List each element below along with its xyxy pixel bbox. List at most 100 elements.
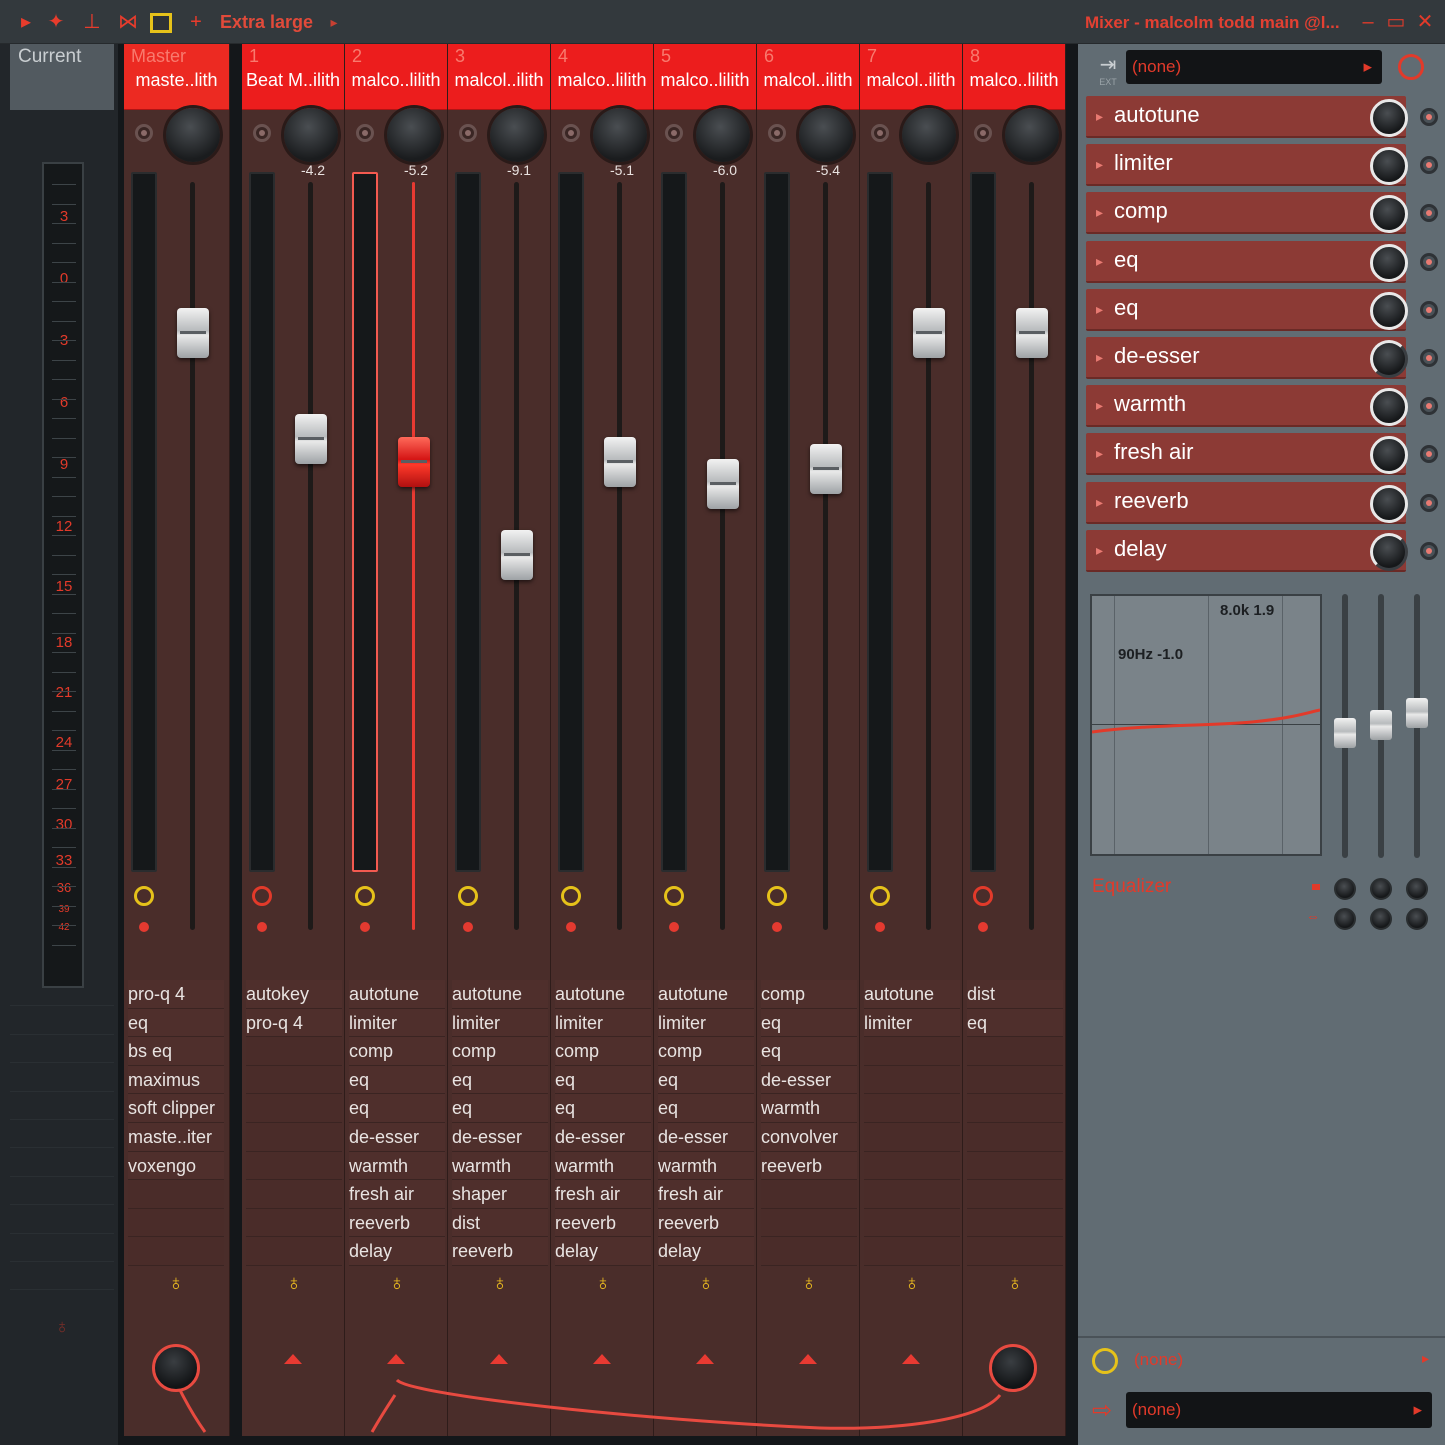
mix-knob[interactable] — [1370, 195, 1408, 234]
fx-rack-slot[interactable]: ▸ reeverb — [1086, 481, 1438, 524]
fx-slot[interactable]: warmth — [555, 1151, 651, 1181]
fader-track[interactable] — [308, 182, 313, 930]
record-dot[interactable] — [875, 922, 885, 932]
enable-toggle[interactable] — [1420, 156, 1438, 175]
expand-arrow-icon[interactable]: ▸ — [1096, 204, 1103, 221]
lamp-icon[interactable]: ♁ — [593, 1270, 613, 1298]
output-selector[interactable]: (none) ▸ — [1126, 1392, 1432, 1428]
fx-slot[interactable]: eq — [349, 1065, 445, 1095]
clock-icon[interactable] — [252, 886, 272, 906]
stereo-ring-icon[interactable] — [665, 124, 683, 142]
fx-slot[interactable] — [864, 1122, 960, 1152]
fx-slot[interactable]: fresh air — [555, 1180, 651, 1209]
strip-header[interactable]: 6 malcol..ilith — [757, 44, 859, 110]
fx-slot[interactable] — [761, 1237, 857, 1266]
fx-slot[interactable]: eq — [452, 1094, 548, 1123]
fx-slot[interactable] — [246, 1180, 342, 1209]
enable-toggle[interactable] — [1420, 252, 1438, 271]
fx-slot[interactable]: comp — [452, 1037, 548, 1066]
mixer-strip-7[interactable]: 7 malcol..ilith autotune limiter ♁ — [860, 44, 963, 1436]
fader-track[interactable] — [190, 182, 195, 930]
fx-slot[interactable] — [246, 1094, 342, 1123]
expand-arrow-icon[interactable]: ▸ — [1096, 156, 1103, 173]
current-tab[interactable]: Current — [10, 44, 114, 110]
eq-gain-knob-1[interactable] — [1334, 878, 1356, 900]
strip-header[interactable]: 8 malco..lilith — [963, 44, 1065, 110]
enable-toggle[interactable] — [1420, 541, 1438, 560]
record-dot[interactable] — [566, 922, 576, 932]
fx-slot[interactable] — [761, 1208, 857, 1238]
fx-slot[interactable]: warmth — [349, 1151, 445, 1181]
fader-track[interactable] — [1029, 182, 1034, 930]
lamp-icon[interactable]: ♁ — [902, 1270, 922, 1298]
fx-slot[interactable] — [967, 1037, 1063, 1066]
maximize-button[interactable]: ▭ — [1383, 8, 1409, 36]
stereo-ring-icon[interactable] — [871, 124, 889, 142]
lamp-icon[interactable]: ♁ — [1005, 1270, 1025, 1298]
fx-slot[interactable] — [967, 1237, 1063, 1266]
eq-graph[interactable]: 8.0k 1.9 90Hz -1.0 — [1090, 594, 1322, 856]
lamp-icon[interactable]: ♁ — [50, 1316, 74, 1344]
stereo-ring-icon[interactable] — [562, 124, 580, 142]
eq-mid-handle[interactable] — [1370, 710, 1392, 740]
eq-high-handle[interactable] — [1406, 698, 1428, 728]
pan-knob[interactable] — [902, 108, 956, 162]
fx-slot[interactable]: reeverb — [555, 1208, 651, 1238]
input-preset[interactable]: (none) — [1134, 1350, 1183, 1370]
expand-arrow-icon[interactable]: ▸ — [1096, 108, 1103, 125]
mix-knob[interactable] — [1370, 484, 1408, 523]
fx-slot[interactable]: de-esser — [452, 1122, 548, 1152]
expand-arrow-icon[interactable]: ▸ — [1096, 301, 1103, 318]
mix-knob[interactable] — [1370, 99, 1408, 137]
fader-track[interactable] — [720, 182, 725, 930]
fx-slot[interactable]: autotune — [555, 980, 651, 1009]
clock-icon[interactable] — [973, 886, 993, 906]
enable-toggle[interactable] — [1420, 349, 1438, 367]
stereo-ring-icon[interactable] — [253, 124, 271, 142]
volume-fader[interactable] — [1016, 308, 1048, 358]
volume-fader[interactable] — [604, 437, 636, 487]
strip-header[interactable]: 3 malcol..ilith — [448, 44, 550, 110]
eq-low-slider[interactable] — [1334, 594, 1356, 858]
fx-slot[interactable] — [128, 1180, 224, 1209]
strip-header[interactable]: 2 malco..lilith — [345, 44, 447, 110]
fx-rack-slot[interactable]: ▸ de-esser — [1086, 337, 1438, 379]
fx-slot[interactable] — [246, 1065, 342, 1095]
clock-icon[interactable] — [355, 886, 375, 906]
fx-slot[interactable]: delay — [555, 1237, 651, 1266]
fx-slot[interactable] — [246, 1237, 342, 1266]
clock-icon[interactable] — [767, 886, 787, 906]
fx-slot[interactable]: maximus — [128, 1065, 224, 1095]
fx-slot[interactable] — [864, 1208, 960, 1238]
eq-freq-knob-1[interactable] — [1334, 908, 1356, 930]
mix-knob[interactable] — [1370, 291, 1408, 330]
stereo-ring-icon[interactable] — [459, 124, 477, 142]
send-knob[interactable] — [152, 1344, 200, 1392]
fx-slot[interactable]: autotune — [864, 980, 960, 1009]
record-dot[interactable] — [360, 922, 370, 932]
enable-toggle[interactable] — [1420, 397, 1438, 416]
mix-knob[interactable] — [1370, 436, 1408, 475]
fx-slot[interactable]: autotune — [349, 980, 445, 1009]
enable-toggle[interactable] — [1420, 204, 1438, 223]
mixer-strip-8[interactable]: 8 malco..lilith dist eq ♁ — [963, 44, 1066, 1436]
fx-slot[interactable]: reeverb — [349, 1208, 445, 1238]
fx-slot[interactable]: eq — [128, 1008, 224, 1038]
stereo-ring-icon[interactable] — [356, 124, 374, 142]
fx-slot[interactable]: autokey — [246, 980, 342, 1009]
fx-slot[interactable]: limiter — [658, 1008, 754, 1038]
eq-low-handle[interactable] — [1334, 718, 1356, 748]
eq-high-slider[interactable] — [1406, 594, 1428, 858]
eq-gain-knob-2[interactable] — [1370, 878, 1392, 900]
eq-mid-slider[interactable] — [1370, 594, 1392, 858]
fx-slot[interactable]: eq — [658, 1065, 754, 1095]
enable-toggle[interactable] — [1420, 445, 1438, 464]
fx-slot[interactable] — [967, 1065, 1063, 1095]
fx-slot[interactable]: limiter — [349, 1008, 445, 1038]
fx-slot[interactable]: reeverb — [658, 1208, 754, 1238]
fx-slot[interactable]: limiter — [452, 1008, 548, 1038]
fx-slot[interactable]: eq — [555, 1094, 651, 1123]
enable-toggle[interactable] — [1420, 108, 1438, 126]
route-arrow-icon[interactable] — [387, 1354, 405, 1364]
fx-slot[interactable]: comp — [658, 1037, 754, 1066]
